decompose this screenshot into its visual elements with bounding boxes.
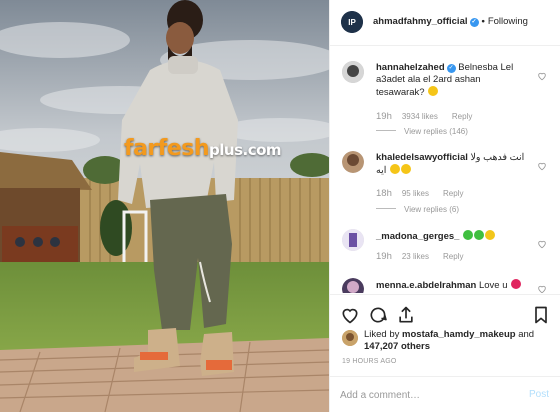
red-heart-emoji-icon (511, 279, 522, 289)
liker-avatar[interactable] (342, 330, 358, 346)
green-heart-emoji-icon (474, 230, 485, 240)
likes-conjunction: and (518, 329, 535, 340)
rofl-emoji-icon (390, 164, 401, 174)
save-bookmark-icon[interactable] (531, 305, 551, 325)
reply-button[interactable]: Reply (443, 252, 463, 261)
author-avatar[interactable]: IP (341, 11, 363, 33)
comment-age[interactable]: 19h (376, 251, 392, 262)
comment-meta: 18h 95 likes Reply (376, 188, 463, 199)
like-comment-heart-icon[interactable] (537, 71, 547, 81)
like-comment-heart-icon[interactable] (537, 161, 547, 171)
likes-prefix: Liked by (364, 329, 400, 340)
reply-button[interactable]: Reply (443, 189, 463, 198)
view-replies[interactable]: View replies (146) (376, 127, 468, 136)
like-heart-icon[interactable] (340, 305, 360, 325)
comment-likes[interactable]: 23 likes (402, 252, 429, 261)
grinning-sweat-emoji-icon (428, 86, 439, 96)
reply-button[interactable]: Reply (452, 112, 472, 121)
replies-divider (376, 130, 396, 131)
post-actions: Liked by mostafa_hamdy_makeup and 147,20… (330, 294, 560, 374)
commenter-avatar[interactable] (342, 278, 364, 293)
commenter-avatar[interactable] (342, 229, 364, 251)
comment-input[interactable] (340, 387, 510, 403)
svg-text:IP: IP (348, 18, 356, 27)
following-button[interactable]: Following (488, 16, 528, 27)
comment-text: hannahelzahed ✓ Belnesba Lel a3adet ala e… (376, 62, 526, 99)
view-replies-label[interactable]: View replies (146) (404, 127, 468, 136)
comment-bubble-icon[interactable] (368, 305, 388, 325)
comment-meta: 19h 23 likes Reply (376, 251, 463, 262)
comment-username[interactable]: menna.e.abdelrahman (376, 280, 476, 291)
comment-text: _madona_gerges_ (376, 230, 526, 243)
comment-text: menna.e.abdelrahman Love u (376, 279, 526, 292)
yellow-heart-emoji-icon (485, 230, 496, 240)
commenter-avatar[interactable] (342, 151, 364, 173)
comment-age[interactable]: 18h (376, 188, 392, 199)
author-username[interactable]: ahmadfahmy_official (373, 16, 468, 27)
verified-badge-icon: ✓ (469, 18, 479, 27)
comment-username[interactable]: _madona_gerges_ (376, 231, 459, 242)
comments-list[interactable]: hannahelzahed ✓ Belnesba Lel a3adet ala e… (330, 47, 560, 293)
separator-dot: • (481, 16, 485, 27)
post-timestamp[interactable]: 19 HOURS AGO (342, 358, 397, 365)
view-replies[interactable]: View replies (6) (376, 205, 459, 214)
post-header: IP ahmadfahmy_official ✓ • Following (330, 0, 560, 46)
share-upload-icon[interactable] (396, 305, 416, 325)
comment-age[interactable]: 19h (376, 111, 392, 122)
comment-meta: 19h 3934 likes Reply (376, 111, 472, 122)
likes-count[interactable]: 147,207 others (364, 341, 430, 352)
watermark-logo: farfeshplus.com (124, 136, 282, 161)
photo-scene (0, 0, 329, 412)
view-replies-label[interactable]: View replies (6) (404, 205, 459, 214)
post-photo[interactable]: farfeshplus.com (0, 0, 329, 412)
author-line: ahmadfahmy_official ✓ • Following (373, 16, 528, 27)
rofl-emoji-icon (401, 164, 412, 174)
comment-text: khaledelsawyofficial انت فدهب ولا ايه (376, 152, 526, 177)
replies-divider (376, 208, 396, 209)
post-sidebar: IP ahmadfahmy_official ✓ • Following hannah… (329, 0, 560, 412)
liker-username[interactable]: mostafa_hamdy_makeup (402, 329, 516, 340)
comment-likes[interactable]: 3934 likes (402, 112, 438, 121)
green-heart-emoji-icon (463, 230, 474, 240)
comment-username[interactable]: khaledelsawyofficial (376, 152, 468, 163)
comment-message: Love u (478, 280, 508, 291)
likes-text: Liked by mostafa_hamdy_makeup and 147,20… (364, 329, 554, 353)
like-comment-heart-icon[interactable] (537, 239, 547, 249)
post-comment-button[interactable]: Post (529, 389, 549, 400)
commenter-avatar[interactable] (342, 61, 364, 83)
comment-username[interactable]: hannahelzahed (376, 62, 445, 73)
like-comment-heart-icon[interactable] (537, 284, 547, 293)
verified-badge-icon: ✓ (446, 64, 456, 73)
comment-likes[interactable]: 95 likes (402, 189, 429, 198)
comment-composer: Post (330, 376, 560, 412)
